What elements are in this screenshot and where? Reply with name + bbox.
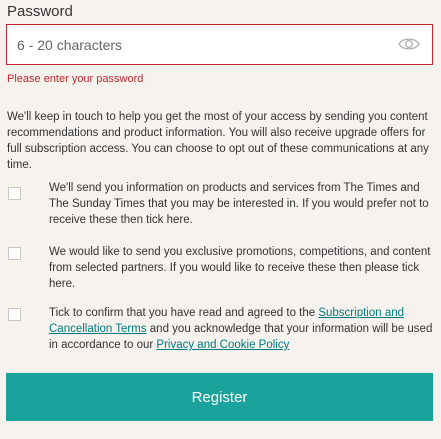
products-services-checkbox[interactable] (8, 187, 21, 200)
register-button[interactable]: Register (6, 373, 433, 421)
option-label: Tick to confirm that you have read and a… (49, 305, 433, 353)
terms-text-before: Tick to confirm that you have read and a… (49, 307, 319, 319)
password-error: Please enter your password (7, 73, 144, 85)
intro-text: We'll keep in touch to help you get the … (7, 111, 429, 171)
partners-checkbox[interactable] (8, 247, 21, 260)
privacy-policy-link[interactable]: Privacy and Cookie Policy (156, 339, 289, 351)
eye-icon[interactable] (398, 36, 420, 52)
option-label: We would like to send you exclusive prom… (49, 246, 431, 290)
option-label: We'll send you information on products a… (49, 182, 429, 226)
password-field[interactable] (6, 24, 433, 65)
terms-checkbox[interactable] (8, 308, 21, 321)
password-input[interactable] (17, 25, 387, 64)
password-label: Password (7, 3, 73, 20)
